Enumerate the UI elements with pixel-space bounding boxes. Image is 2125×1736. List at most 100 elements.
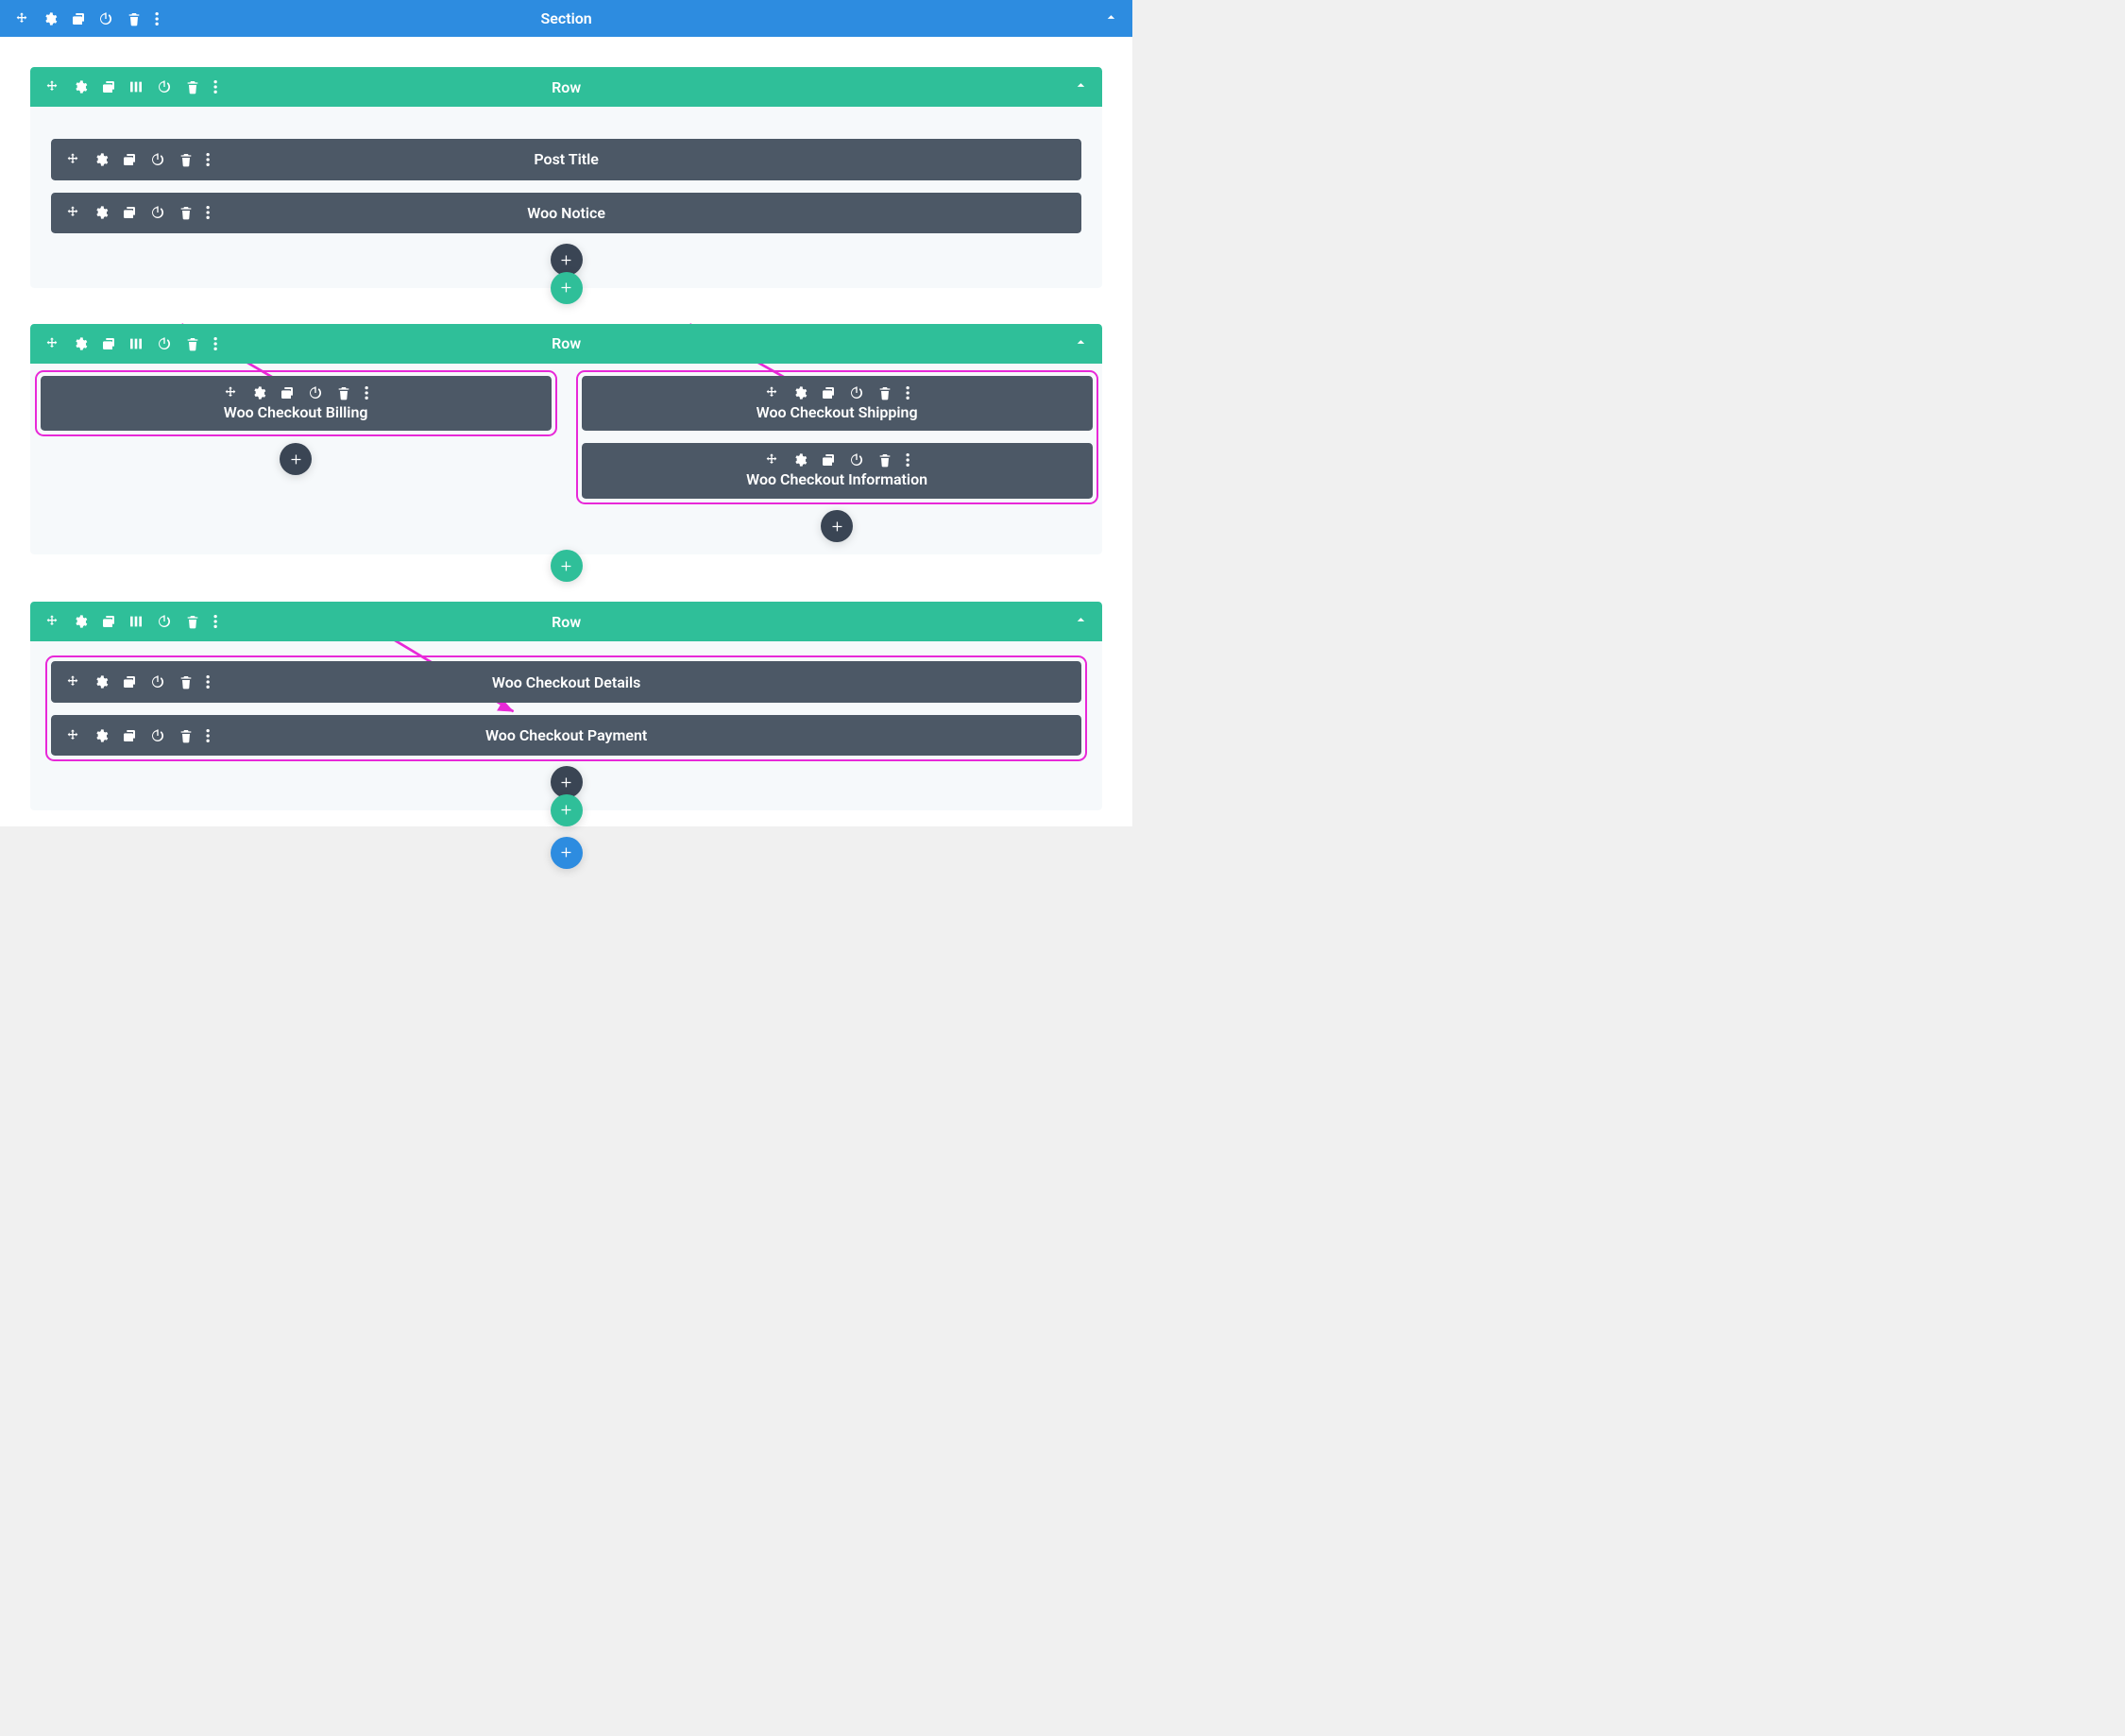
add-row-button[interactable] [551,272,583,304]
columns-icon[interactable] [128,79,144,94]
trash-icon[interactable] [185,614,200,629]
trash-icon[interactable] [336,385,351,400]
gear-icon[interactable] [94,674,109,689]
trash-icon[interactable] [178,152,194,167]
module-label: Woo Checkout Details [492,673,640,691]
power-icon[interactable] [150,152,165,167]
duplicate-icon[interactable] [122,152,137,167]
section-header[interactable]: Section [0,0,1132,37]
row-body-1: Post Title Woo Notice [30,107,1102,288]
add-row-button[interactable] [551,794,583,826]
row-header-2[interactable]: Row [30,324,1102,364]
add-module-button[interactable] [821,510,853,542]
module-woo-checkout-shipping[interactable]: Woo Checkout Shipping [582,376,1093,432]
more-icon[interactable] [906,452,910,468]
columns-icon[interactable] [128,614,144,629]
power-icon[interactable] [157,79,172,94]
more-icon[interactable] [206,205,210,220]
move-icon[interactable] [44,79,60,94]
power-icon[interactable] [849,385,864,400]
module-woo-checkout-details[interactable]: Woo Checkout Details [51,661,1081,703]
duplicate-icon[interactable] [122,205,137,220]
more-icon[interactable] [213,614,217,629]
gear-icon[interactable] [73,614,88,629]
trash-icon[interactable] [185,79,200,94]
gear-icon[interactable] [792,385,808,400]
power-icon[interactable] [308,385,323,400]
power-icon[interactable] [150,205,165,220]
section-toolbar [14,11,159,26]
move-icon[interactable] [65,152,80,167]
trash-icon[interactable] [178,205,194,220]
gear-icon[interactable] [73,79,88,94]
duplicate-icon[interactable] [101,79,116,94]
module-woo-checkout-payment[interactable]: Woo Checkout Payment [51,715,1081,757]
move-icon[interactable] [764,385,779,400]
duplicate-icon[interactable] [280,385,295,400]
more-icon[interactable] [906,385,910,400]
duplicate-icon[interactable] [101,614,116,629]
module-label: Woo Checkout Information [746,470,927,488]
row-header-3[interactable]: Row [30,602,1102,641]
power-icon[interactable] [849,452,864,468]
more-icon[interactable] [155,11,159,26]
move-icon[interactable] [65,205,80,220]
trash-icon[interactable] [178,674,194,689]
duplicate-icon[interactable] [122,674,137,689]
trash-icon[interactable] [178,728,194,743]
add-module-button[interactable] [280,443,312,475]
more-icon[interactable] [213,79,217,94]
move-icon[interactable] [65,728,80,743]
add-section-button[interactable] [551,837,583,869]
power-icon[interactable] [98,11,113,26]
more-icon[interactable] [213,336,217,351]
more-icon[interactable] [206,728,210,743]
row-wrap-3: Row Woo Checkout Details [30,602,1102,826]
module-woo-checkout-information[interactable]: Woo Checkout Information [582,443,1093,499]
collapse-row-icon[interactable] [1074,334,1088,352]
module-woo-checkout-billing[interactable]: Woo Checkout Billing [41,376,552,432]
move-icon[interactable] [764,452,779,468]
collapse-row-icon[interactable] [1074,613,1088,631]
module-woo-notice[interactable]: Woo Notice [51,193,1081,234]
power-icon[interactable] [150,728,165,743]
module-post-title[interactable]: Post Title [51,139,1081,180]
more-icon[interactable] [365,385,368,400]
collapse-section-icon[interactable] [1104,9,1118,27]
power-icon[interactable] [157,614,172,629]
gear-icon[interactable] [94,728,109,743]
gear-icon[interactable] [94,152,109,167]
gear-icon[interactable] [73,336,88,351]
move-icon[interactable] [223,385,238,400]
row-label: Row [552,334,581,352]
duplicate-icon[interactable] [821,385,836,400]
module-toolbar [65,205,210,220]
row-header-1[interactable]: Row [30,67,1102,107]
move-icon[interactable] [44,614,60,629]
gear-icon[interactable] [42,11,58,26]
duplicate-icon[interactable] [122,728,137,743]
move-icon[interactable] [14,11,29,26]
add-row-button[interactable] [551,550,583,582]
power-icon[interactable] [157,336,172,351]
trash-icon[interactable] [877,385,892,400]
trash-icon[interactable] [877,452,892,468]
duplicate-icon[interactable] [101,336,116,351]
columns-icon[interactable] [128,336,144,351]
add-module-button[interactable] [551,244,583,276]
gear-icon[interactable] [792,452,808,468]
trash-icon[interactable] [185,336,200,351]
move-icon[interactable] [65,674,80,689]
collapse-row-icon[interactable] [1074,78,1088,96]
gear-icon[interactable] [94,205,109,220]
more-icon[interactable] [206,674,210,689]
more-icon[interactable] [206,152,210,167]
gear-icon[interactable] [251,385,266,400]
highlight-box-2: Woo Checkout Shipping Woo Ch [582,376,1093,499]
duplicate-icon[interactable] [821,452,836,468]
duplicate-icon[interactable] [71,11,86,26]
module-toolbar [65,674,210,689]
power-icon[interactable] [150,674,165,689]
trash-icon[interactable] [127,11,142,26]
move-icon[interactable] [44,336,60,351]
